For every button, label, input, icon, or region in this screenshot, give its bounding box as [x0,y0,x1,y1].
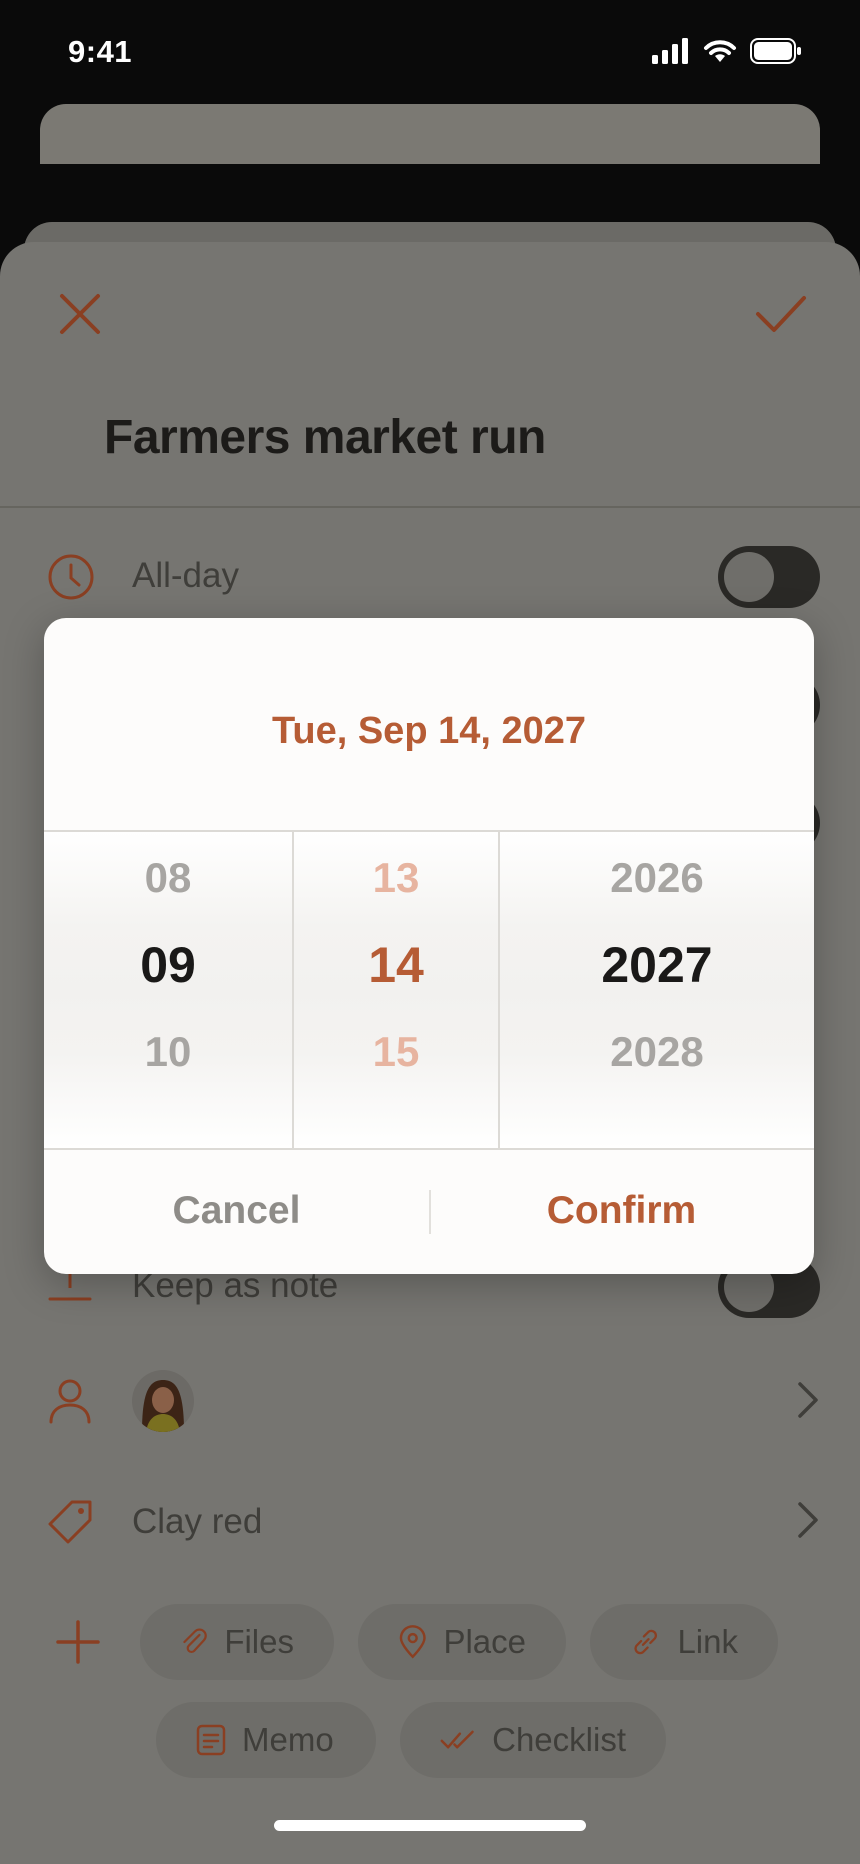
color-label: Clay red [132,1502,263,1541]
map-pin-icon [399,1625,426,1659]
close-button[interactable] [58,292,102,341]
checklist-label: Checklist [492,1721,626,1758]
divider [0,506,860,508]
year-option[interactable]: 2026 [500,854,814,902]
link-icon [634,1629,658,1655]
year-wheel[interactable]: 2026 2027 2028 [500,832,814,1148]
note-icon [196,1724,226,1756]
memo-label: Memo [242,1721,334,1758]
year-option[interactable]: 2028 [500,1028,814,1076]
home-indicator [274,1820,586,1831]
checklist-chip[interactable]: Checklist [400,1702,666,1778]
status-icons [652,38,802,64]
all-day-label: All-day [132,556,239,595]
avatar [132,1370,194,1432]
place-chip[interactable]: Place [358,1604,566,1680]
paperclip-icon [183,1628,207,1654]
month-option[interactable]: 10 [44,1028,292,1076]
check-icon [756,296,806,332]
files-label: Files [224,1623,294,1660]
date-picker-dialog: Tue, Sep 14, 2027 08 09 10 13 14 15 2026… [44,618,814,1274]
day-option[interactable]: 13 [294,854,498,902]
double-check-icon [440,1730,474,1749]
background-sheet [40,104,820,164]
clock-icon [48,554,94,600]
day-wheel[interactable]: 13 14 15 [294,832,498,1148]
files-chip[interactable]: Files [140,1604,334,1680]
month-option[interactable]: 08 [44,854,292,902]
link-chip[interactable]: Link [590,1604,778,1680]
save-button[interactable] [754,292,808,341]
month-wheel[interactable]: 08 09 10 [44,832,292,1148]
plus-icon[interactable] [56,1620,100,1664]
day-option[interactable]: 15 [294,1028,498,1076]
selected-date-header: Tue, Sep 14, 2027 [271,710,587,752]
cancel-button[interactable]: Cancel [44,1148,429,1274]
event-title[interactable]: Farmers market run [104,410,546,465]
chevron-right-icon[interactable] [796,1500,820,1540]
place-label: Place [443,1623,526,1660]
wifi-icon [704,40,736,62]
month-selected[interactable]: 09 [44,936,292,994]
dialog-actions: Cancel Confirm [44,1148,814,1274]
battery-icon [750,38,801,64]
memo-chip[interactable]: Memo [156,1702,376,1778]
signal-icon [652,38,688,64]
all-day-toggle[interactable] [718,546,820,608]
status-time: 9:41 [68,34,133,69]
close-icon [60,294,100,334]
date-wheel-picker: 08 09 10 13 14 15 2026 2027 2028 [44,830,814,1150]
chevron-right-icon[interactable] [796,1380,820,1420]
link-label: Link [677,1623,738,1660]
assignee-avatar[interactable] [132,1370,194,1437]
confirm-button[interactable]: Confirm [429,1148,814,1274]
person-icon [49,1379,91,1424]
day-selected[interactable]: 14 [294,936,498,994]
year-selected[interactable]: 2027 [500,936,814,994]
tag-icon [48,1500,92,1544]
